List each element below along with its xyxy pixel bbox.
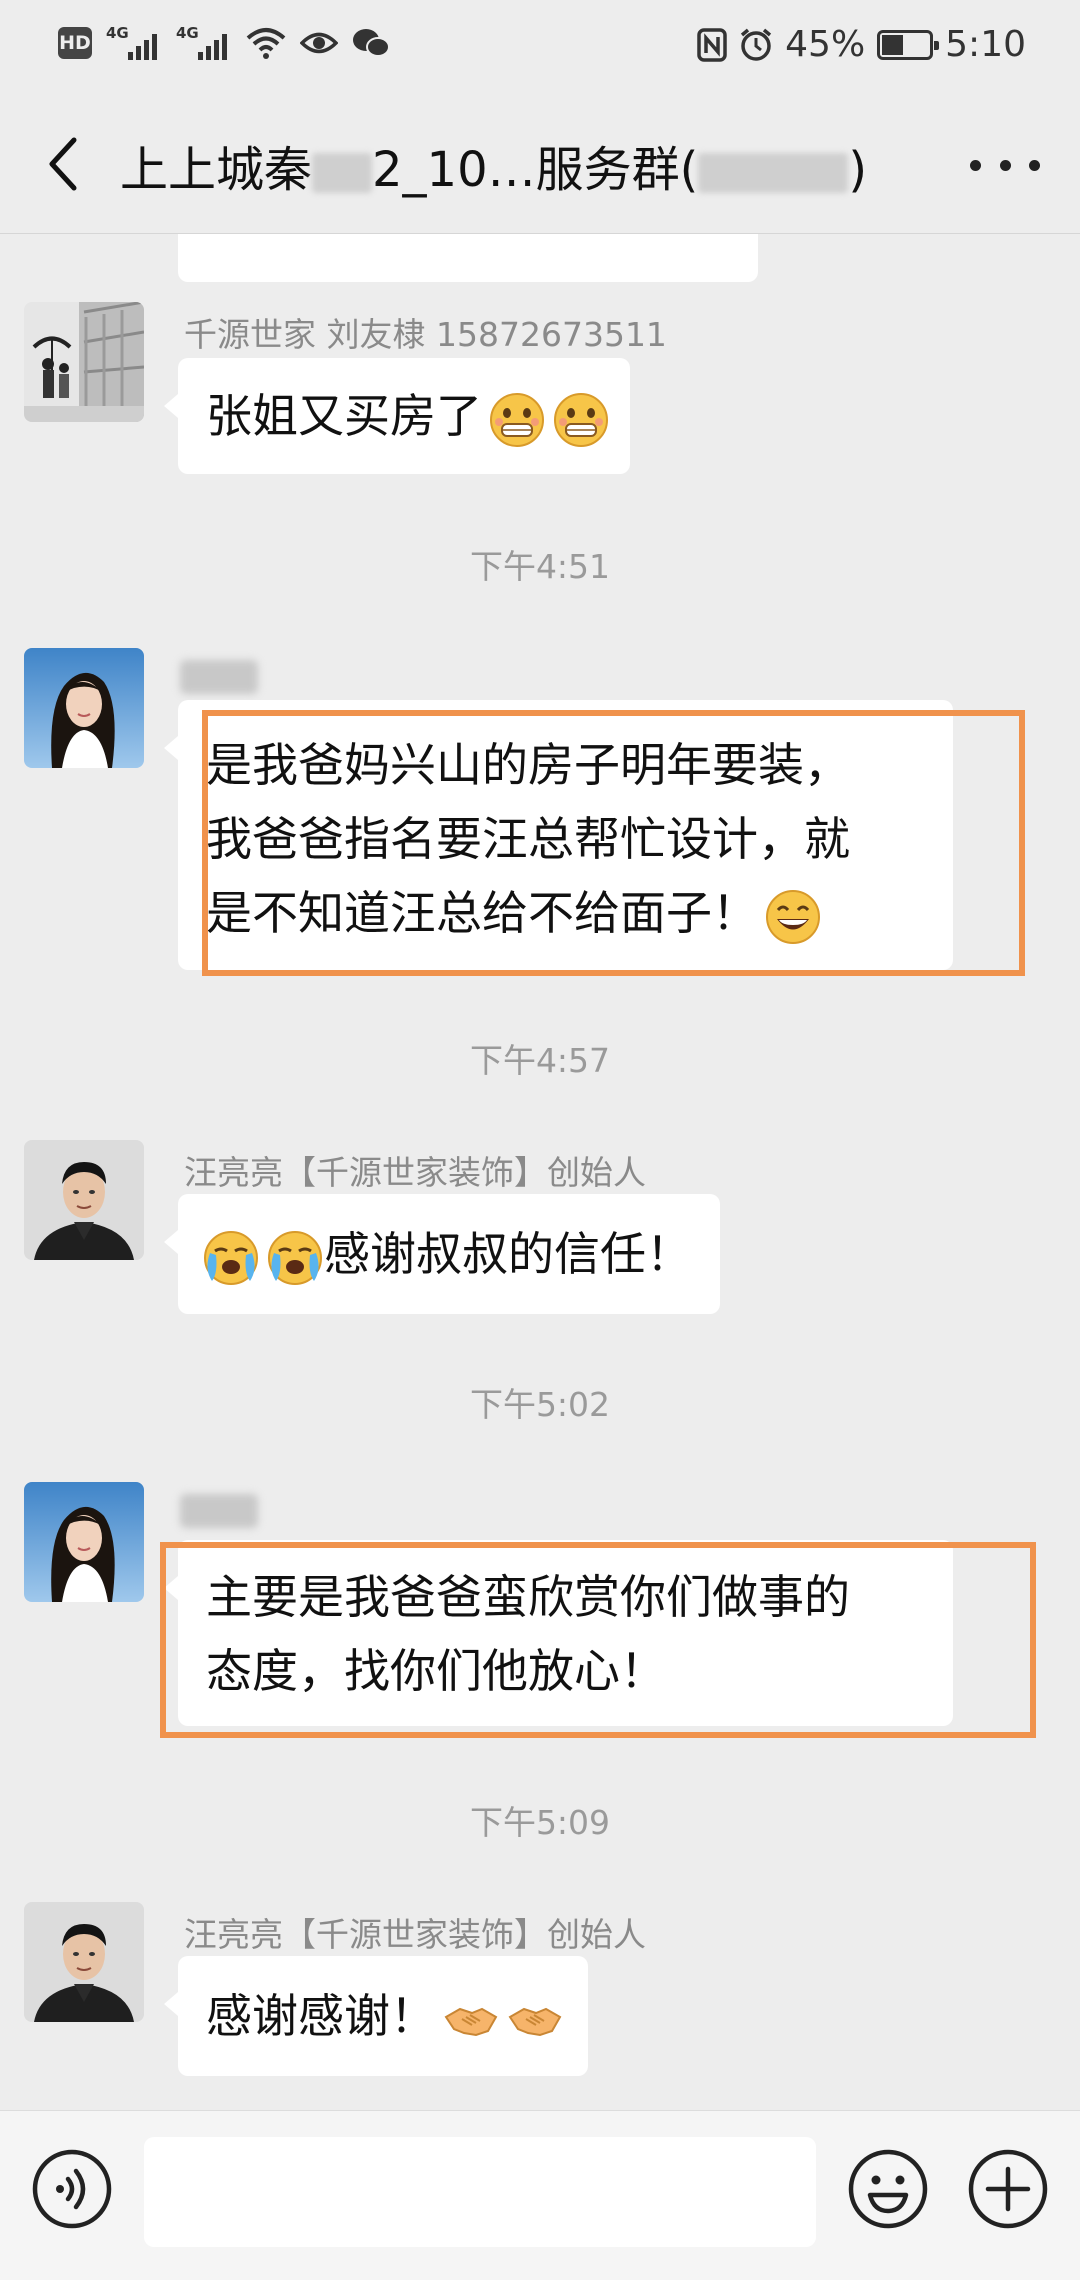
loudly-crying-emoji [204, 1230, 258, 1285]
redacted-mark [312, 153, 373, 193]
message-text: 感谢叔叔的信任！ [324, 1227, 692, 1281]
alarm-icon [741, 28, 772, 61]
battery-level [882, 34, 904, 55]
redacted-mark [698, 153, 849, 193]
redacted-sender-name [180, 660, 258, 694]
avatar[interactable] [24, 302, 144, 422]
handshake-emoji [508, 2007, 562, 2036]
avatar[interactable] [24, 648, 144, 768]
signal-icon: 4G [176, 24, 232, 60]
wechat-icon [353, 29, 390, 57]
chat-title-mid: 2_10…服务群( [372, 142, 699, 198]
input-bar [0, 2110, 1080, 2280]
timestamp: 下午5:09 [469, 1803, 611, 1842]
network-type-label: 4G [106, 24, 129, 42]
avatar[interactable] [24, 1482, 144, 1602]
sender-name: 千源世家 刘友棣 15872673511 [184, 315, 667, 354]
timestamp: 下午5:02 [469, 1385, 611, 1424]
message-text: 感谢感谢！ [206, 1989, 436, 2043]
eye-icon [300, 32, 338, 54]
status-left: HD 4G 4G [58, 24, 390, 60]
chat-header: 上上城秦 2_10…服务群() [0, 92, 1080, 234]
avatar[interactable] [24, 1140, 144, 1260]
avatar[interactable] [24, 1902, 144, 2022]
highlight-box [160, 1542, 1036, 1738]
battery-percent: 45% [785, 24, 866, 65]
add-icon[interactable] [966, 2147, 1050, 2231]
nfc-icon [697, 27, 727, 62]
status-right: 45% 5:10 [697, 24, 1026, 65]
clock: 5:10 [945, 24, 1026, 65]
more-dots-icon[interactable] [970, 150, 1040, 180]
signal-icon: 4G [106, 24, 162, 60]
battery-icon [877, 29, 940, 60]
message-bubble-partial[interactable] [178, 234, 758, 282]
message-text: 张姐又买房了 [206, 389, 482, 443]
emoji-icon[interactable] [846, 2147, 930, 2231]
sender-name: 汪亮亮【千源世家装饰】创始人 [184, 1915, 646, 1954]
message-list[interactable]: 千源世家 刘友棣 15872673511 张姐又买房了 下午4:51 是我爸妈兴… [0, 234, 1080, 2110]
timestamp: 下午4:51 [469, 547, 611, 586]
highlight-box [202, 710, 1025, 976]
message-bubble[interactable]: 感谢叔叔的信任！ [164, 1194, 720, 1314]
loudly-crying-emoji [268, 1230, 322, 1285]
back-chevron-icon[interactable] [40, 134, 88, 194]
handshake-emoji [444, 2007, 498, 2036]
message-bubble[interactable]: 感谢感谢！ [164, 1956, 588, 2076]
chat-title[interactable]: 上上城秦 2_10…服务群() [120, 130, 920, 200]
wifi-icon [246, 28, 286, 59]
chat-title-prefix: 上上城秦 [120, 142, 313, 198]
sender-name: 汪亮亮【千源世家装饰】创始人 [184, 1153, 646, 1192]
grimace-emoji [554, 392, 608, 447]
message-input[interactable] [144, 2137, 816, 2247]
status-bar: HD 4G 4G 45% 5:10 [0, 0, 1080, 92]
redacted-sender-name [180, 1494, 258, 1528]
message-bubble[interactable]: 张姐又买房了 [164, 358, 630, 474]
timestamp: 下午4:57 [469, 1041, 611, 1080]
hd-icon: HD [58, 27, 92, 59]
network-type-label: 4G [176, 24, 199, 42]
voice-icon[interactable] [30, 2147, 114, 2231]
grimace-emoji [490, 392, 544, 447]
chat-title-suffix: ) [848, 142, 868, 198]
